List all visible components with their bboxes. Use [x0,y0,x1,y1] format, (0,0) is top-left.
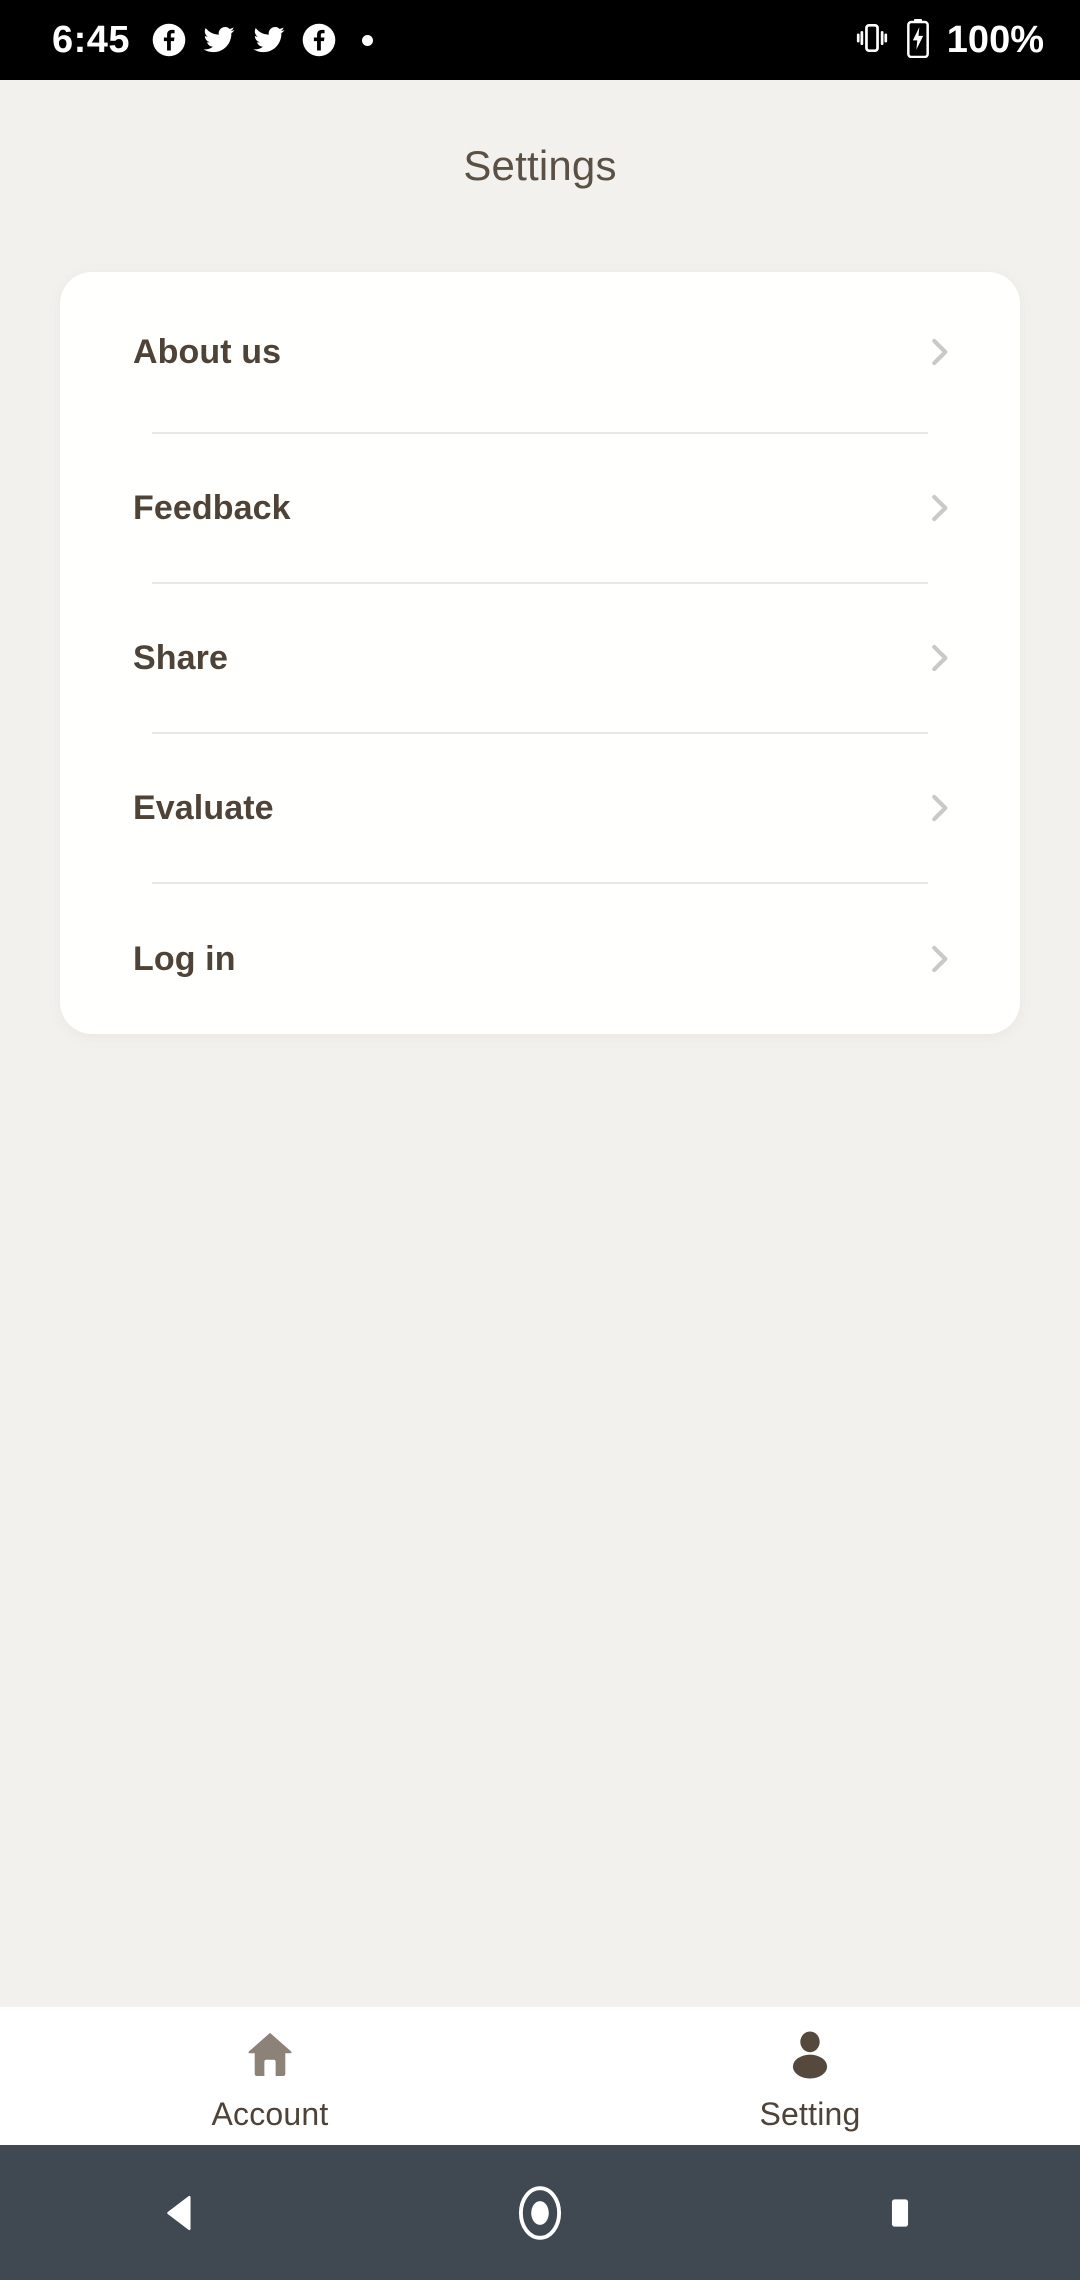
chevron-right-icon[interactable] [920,789,958,827]
home-icon [243,2026,297,2082]
status-bar: 6:45 100% [0,0,1080,80]
chevron-right-icon[interactable] [920,639,958,677]
twitter-icon [252,23,286,57]
status-system-icons: 100% [853,18,1044,63]
nav-item-setting[interactable]: Setting [540,2026,1080,2133]
settings-row-share[interactable]: Share [60,584,1020,732]
settings-row-label: Evaluate [133,788,274,827]
nav-item-account[interactable]: Account [0,2026,540,2133]
page-title: Settings [463,142,617,189]
status-notification-icons [152,23,374,57]
nav-item-label: Setting [759,2095,861,2132]
settings-row-label: About us [133,332,282,371]
settings-row-about-us[interactable]: About us [60,272,1020,432]
settings-row-feedback[interactable]: Feedback [60,434,1020,582]
dot-icon [362,34,374,46]
battery-charging-icon [905,18,931,63]
person-icon [783,2026,837,2082]
vibrate-icon [853,19,891,62]
twitter-icon [202,23,236,57]
status-clock: 6:45 [52,19,131,61]
chevron-right-icon[interactable] [920,940,958,978]
android-system-navigation [0,2145,1080,2280]
chevron-right-icon[interactable] [920,333,958,371]
recents-square-icon[interactable] [720,2192,1080,2234]
app-content: Settings About us Feedback Share Evaluat… [0,80,1080,2007]
back-icon[interactable] [0,2190,360,2236]
settings-card: About us Feedback Share Evaluate Log in [60,272,1020,1034]
settings-row-log-in[interactable]: Log in [60,884,1020,1034]
facebook-icon [152,23,186,57]
chevron-right-icon[interactable] [920,489,958,527]
settings-row-label: Feedback [133,488,291,527]
settings-row-evaluate[interactable]: Evaluate [60,734,1020,882]
nav-item-label: Account [211,2095,329,2132]
bottom-navigation-bar: Account Setting [0,2007,1080,2145]
settings-row-label: Log in [133,939,236,978]
facebook-icon [302,23,336,57]
home-circle-icon[interactable] [360,2182,720,2244]
phone-screen: 6:45 100% Settings About us Feedback Sha… [0,0,1080,2280]
battery-percent-label: 100% [946,19,1044,61]
settings-row-label: Share [133,638,228,677]
